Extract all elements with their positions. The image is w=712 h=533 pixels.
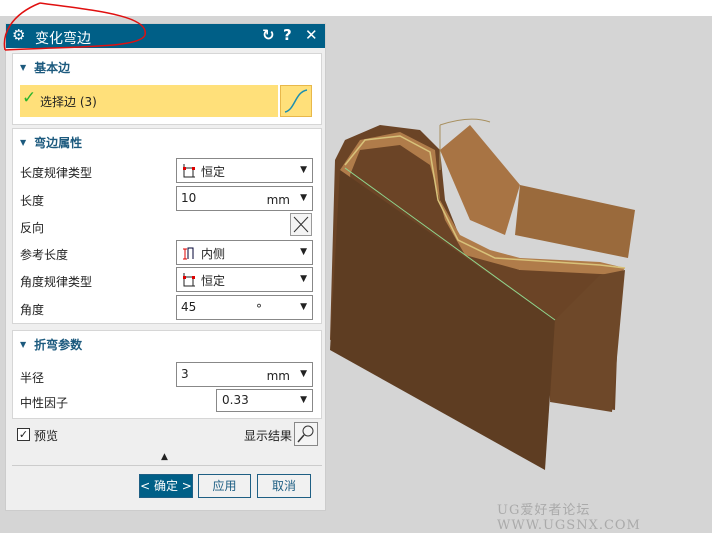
flange-dialog: ⚙ 变化弯边 ↻ ? ✕ ▼ 基本边 ✓ 选择边 (3) ▼ 弯边属性 长度规律类型… <box>5 23 326 511</box>
dropdown-arrow-icon: ▼ <box>300 165 307 175</box>
preview-arc <box>439 118 491 126</box>
ref-length-select[interactable]: 内侧 ▼ <box>176 240 313 265</box>
ok-button[interactable]: < 确定 > <box>139 474 193 498</box>
curve-icon <box>284 89 308 113</box>
3d-viewport-model[interactable] <box>320 100 650 480</box>
angle-input[interactable]: 45 ° ▼ <box>176 295 313 320</box>
dropdown-arrow-icon: ▼ <box>300 395 307 405</box>
reset-icon[interactable]: ↻ <box>262 26 275 44</box>
length-law-label: 长度规律类型 <box>20 166 93 180</box>
show-result-button[interactable] <box>294 422 318 446</box>
angle-law-select[interactable]: 恒定 ▼ <box>176 267 313 292</box>
apply-button[interactable]: 应用 <box>198 474 251 498</box>
input-value: 10 <box>181 191 197 205</box>
unit-label: mm <box>266 369 290 383</box>
model-right-flange <box>515 185 635 258</box>
dropdown-arrow-icon: ▼ <box>300 274 307 284</box>
unit-label: mm <box>266 193 290 207</box>
select-edge-row[interactable]: ✓ 选择边 (3) <box>20 85 278 117</box>
length-input[interactable]: 10 mm ▼ <box>176 186 313 211</box>
neutral-factor-select[interactable]: 0.33 ▼ <box>216 389 313 412</box>
cancel-button[interactable]: 取消 <box>257 474 311 498</box>
neutral-factor-label: 中性因子 <box>20 396 69 410</box>
dropdown-arrow-icon[interactable]: ▼ <box>300 302 307 312</box>
annotation-red-circle <box>3 2 146 51</box>
reverse-direction-button[interactable] <box>290 213 312 236</box>
unit-label: ° <box>256 302 262 316</box>
section-bend-parameters: ▼ 折弯参数 半径 3 mm ▼ 中性因子 0.33 ▼ <box>12 330 322 419</box>
constant-law-icon <box>183 273 195 287</box>
section-header[interactable]: ▼ 折弯参数 <box>20 336 82 353</box>
dropdown-arrow-icon: ▼ <box>300 247 307 257</box>
collapse-arrow-icon[interactable]: ▲ <box>161 452 168 462</box>
select-value: 恒定 <box>201 274 226 288</box>
divider <box>12 465 322 466</box>
section-base-edge: ▼ 基本边 ✓ 选择边 (3) <box>12 53 322 125</box>
watermark: UG爱好者论坛 WWW.UGSNX.COM <box>497 503 641 533</box>
radius-input[interactable]: 3 mm ▼ <box>176 362 313 387</box>
preview-checkbox[interactable]: ✓ <box>17 428 30 441</box>
inner-side-icon <box>183 247 194 260</box>
magnifier-icon <box>297 425 314 443</box>
constant-law-icon <box>183 164 195 178</box>
section-flange-properties: ▼ 弯边属性 长度规律类型 恒定 ▼ 长度 10 mm ▼ 反向 参考长度 内侧 ▼ 角度… <box>12 128 322 324</box>
help-icon[interactable]: ? <box>283 26 292 44</box>
curve-select-button[interactable] <box>280 85 312 117</box>
input-value: 45 <box>181 300 197 314</box>
dropdown-arrow-icon[interactable]: ▼ <box>300 369 307 379</box>
length-law-select[interactable]: 恒定 ▼ <box>176 158 313 183</box>
check-icon: ✓ <box>22 88 37 108</box>
select-edge-label: 选择边 (3) <box>40 95 97 109</box>
radius-label: 半径 <box>20 371 45 385</box>
reverse-icon <box>293 216 309 233</box>
select-value: 内侧 <box>201 247 226 261</box>
preview-label: 预览 <box>34 429 59 443</box>
close-icon[interactable]: ✕ <box>305 26 318 44</box>
select-value: 恒定 <box>201 165 226 179</box>
select-value: 0.33 <box>222 393 249 407</box>
ref-length-label: 参考长度 <box>20 248 69 262</box>
section-header[interactable]: ▼ 基本边 <box>20 59 70 76</box>
show-result-label: 显示结果 <box>244 429 293 443</box>
angle-label: 角度 <box>20 303 45 317</box>
input-value: 3 <box>181 367 189 381</box>
section-header[interactable]: ▼ 弯边属性 <box>20 134 82 151</box>
angle-law-label: 角度规律类型 <box>20 275 93 289</box>
length-label: 长度 <box>20 194 45 208</box>
dropdown-arrow-icon[interactable]: ▼ <box>300 193 307 203</box>
reverse-label: 反向 <box>20 221 45 235</box>
